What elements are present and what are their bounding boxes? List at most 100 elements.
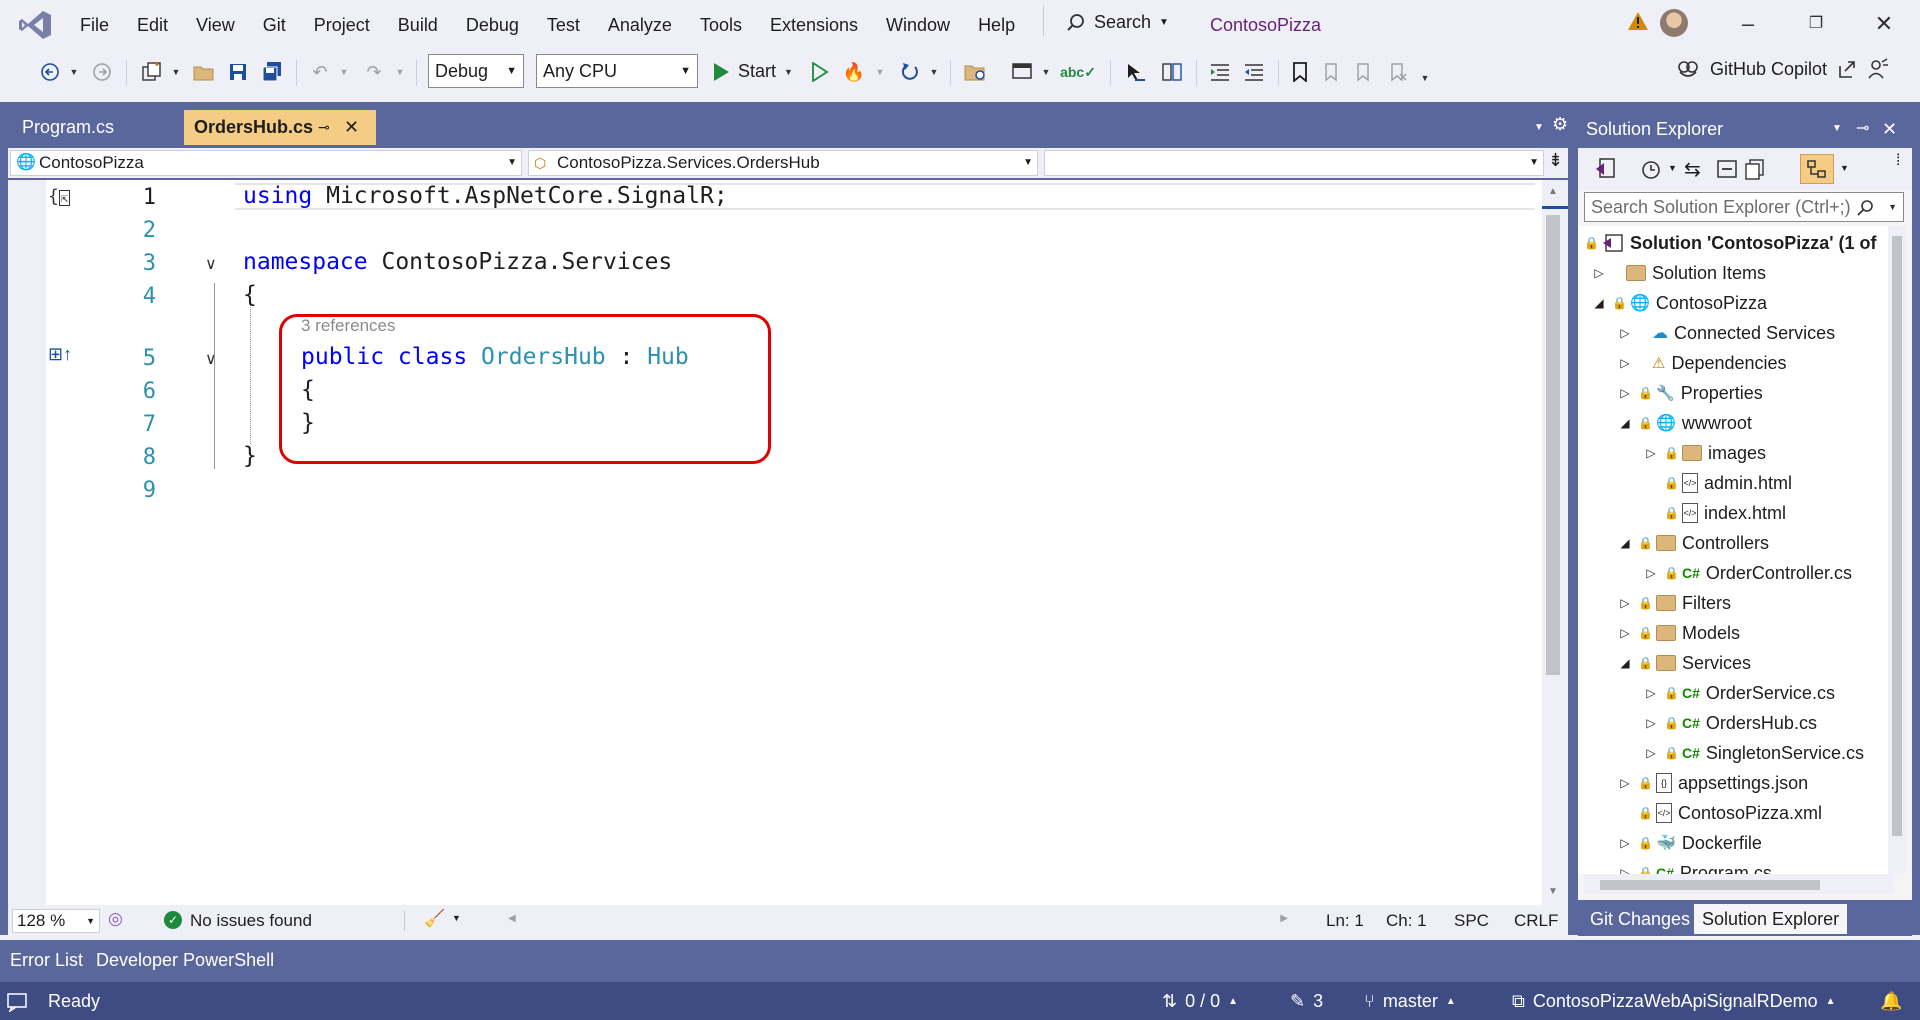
pending-edits-status[interactable]: ✎ 3	[1290, 991, 1323, 1012]
visual-studio-logo-icon[interactable]	[18, 9, 52, 41]
code-cleanup-icon[interactable]: 🧹	[424, 909, 445, 929]
toolbar-overflow-icon[interactable]: ▼	[1418, 64, 1432, 92]
spell-check-icon[interactable]: abc✓	[1060, 58, 1096, 86]
sync-status[interactable]: ⇅ 0 / 0 ▲	[1162, 991, 1238, 1012]
tree-item-orderservice-cs[interactable]: ▷ 🔒 C# OrderService.cs	[1644, 678, 1835, 708]
share-icon[interactable]	[1837, 59, 1857, 79]
sync-icon[interactable]: ⇆	[1684, 157, 1701, 182]
code-editor[interactable]	[8, 180, 1568, 905]
panel-dropdown-icon[interactable]: ▼	[1832, 110, 1842, 148]
tree-item-controllers[interactable]: ◢ 🔒 Controllers	[1618, 528, 1769, 558]
prev-bookmark-icon[interactable]	[1320, 58, 1344, 86]
layout-dropdown-icon[interactable]: ▼	[1040, 58, 1052, 86]
toggle-cursor-icon[interactable]	[1122, 58, 1150, 86]
close-panel-icon[interactable]: ✕	[1882, 110, 1897, 148]
tree-item-program-cs[interactable]: ▷ 🔒 C# Program.cs	[1618, 858, 1772, 875]
more-options-icon[interactable]: ⁞	[1896, 152, 1900, 170]
type-dropdown[interactable]: ⬡ ContosoPizza.Services.OrdersHub ▼	[528, 150, 1038, 176]
tree-item-images[interactable]: ▷ 🔒 images	[1644, 438, 1766, 468]
tree-item-dockerfile[interactable]: ▷ 🔒 🐳 Dockerfile	[1618, 828, 1762, 858]
pin-icon[interactable]: ⊸	[318, 110, 330, 145]
tree-item-dependencies[interactable]: ▷ ⚠ Dependencies	[1618, 348, 1786, 378]
issues-status[interactable]: No issues found	[190, 911, 312, 931]
copilot-status-icon[interactable]: ◎	[108, 909, 123, 929]
history-icon[interactable]	[1640, 158, 1662, 180]
menu-debug[interactable]: Debug	[452, 14, 533, 36]
tree-item-filters[interactable]: ▷ 🔒 Filters	[1618, 588, 1731, 618]
restart-dropdown-icon[interactable]: ▼	[928, 58, 940, 86]
save-icon[interactable]	[224, 58, 252, 86]
show-all-files-icon[interactable]	[1744, 158, 1766, 180]
tree-item-contosopizza-xml[interactable]: 🔒 </> ContosoPizza.xml	[1638, 798, 1822, 828]
tree-item-contosopizza-project[interactable]: ◢ 🔒 🌐 ContosoPizza	[1592, 288, 1767, 318]
notifications-bell-icon[interactable]: 🔔	[1880, 991, 1902, 1012]
collapse-icon[interactable]: ◢	[1618, 416, 1632, 430]
warning-icon[interactable]	[1627, 11, 1649, 31]
avatar[interactable]	[1660, 9, 1688, 37]
feedback-icon[interactable]	[1867, 58, 1889, 80]
redo-icon[interactable]: ↷	[360, 58, 388, 86]
tab-list-dropdown-icon[interactable]: ▼	[1534, 122, 1544, 133]
expand-icon[interactable]: ▷	[1618, 866, 1632, 874]
settings-icon[interactable]: ⚙	[1552, 114, 1568, 135]
indent-icon[interactable]	[1206, 58, 1234, 86]
tab-program-cs[interactable]: Program.cs	[12, 110, 182, 145]
whitespace-mode[interactable]: SPC	[1454, 911, 1489, 931]
tree-hscroll-thumb[interactable]	[1600, 880, 1820, 890]
save-all-icon[interactable]	[258, 58, 286, 86]
clear-bookmarks-icon[interactable]	[1386, 58, 1410, 86]
tracking-toggle-button[interactable]	[1800, 154, 1834, 184]
line-position[interactable]: Ln: 1	[1326, 911, 1364, 931]
scroll-left-icon[interactable]: ◀	[508, 913, 516, 929]
scroll-down-icon[interactable]: ▼	[1548, 886, 1558, 897]
tree-scroll-thumb[interactable]	[1892, 236, 1902, 836]
back-icon[interactable]	[36, 58, 64, 86]
expand-icon[interactable]: ▷	[1618, 626, 1632, 640]
split-window-icon[interactable]: ⇟	[1548, 150, 1563, 171]
collapse-icon[interactable]: ◢	[1618, 536, 1632, 550]
hot-reload-icon[interactable]: 🔥	[840, 58, 868, 86]
zoom-select[interactable]: 128 % ▼	[12, 909, 100, 933]
expand-icon[interactable]: ▷	[1618, 356, 1632, 370]
expand-icon[interactable]: ▷	[1618, 596, 1632, 610]
scroll-up-icon[interactable]: ▲	[1548, 186, 1558, 197]
menu-window[interactable]: Window	[872, 14, 964, 36]
expand-icon[interactable]: ▷	[1644, 566, 1658, 580]
tree-item-index-html[interactable]: 🔒 </> index.html	[1664, 498, 1786, 528]
tree-item-solution[interactable]: 🔒 Solution 'ContosoPizza' (1 of	[1584, 228, 1877, 258]
chevron-down-icon[interactable]: ▼	[452, 913, 461, 923]
expand-icon[interactable]: ▷	[1618, 386, 1632, 400]
repository-status[interactable]: ⧉ ContosoPizzaWebApiSignalRDemo ▲	[1512, 991, 1836, 1012]
undo-icon[interactable]: ↶	[306, 58, 334, 86]
start-debugging-button[interactable]: Start ▼	[712, 61, 793, 82]
tree-item-connected-services[interactable]: ▷ ☁ Connected Services	[1618, 318, 1835, 348]
menu-view[interactable]: View	[182, 14, 249, 36]
tab-ordershub-cs[interactable]: OrdersHub.cs ⊸ ✕	[184, 110, 376, 145]
open-folder-icon[interactable]	[190, 58, 218, 86]
tree-item-models[interactable]: ▷ 🔒 Models	[1618, 618, 1740, 648]
new-dropdown-icon[interactable]: ▼	[170, 58, 182, 86]
restore-button[interactable]: ❐	[1796, 8, 1836, 40]
expand-icon[interactable]: ▷	[1618, 836, 1632, 850]
expand-icon[interactable]: ▷	[1644, 716, 1658, 730]
close-tab-icon[interactable]: ✕	[344, 110, 359, 145]
menu-analyze[interactable]: Analyze	[594, 14, 686, 36]
branch-status[interactable]: ⑂ master ▲	[1364, 991, 1456, 1012]
editor-scroll-thumb[interactable]	[1546, 215, 1560, 675]
compare-icon[interactable]	[1158, 58, 1186, 86]
expand-icon[interactable]: ▷	[1644, 686, 1658, 700]
expand-icon[interactable]: ▷	[1618, 326, 1632, 340]
implemented-by-icon[interactable]: ⊞↑	[48, 344, 72, 365]
tab-solution-explorer[interactable]: Solution Explorer	[1694, 904, 1848, 934]
hot-reload-dropdown-icon[interactable]: ▼	[874, 58, 886, 86]
collapse-icon[interactable]: ◢	[1592, 296, 1606, 310]
tree-item-properties[interactable]: ▷ 🔒 🔧 Properties	[1618, 378, 1762, 408]
column-position[interactable]: Ch: 1	[1386, 911, 1427, 931]
browse-folder-icon[interactable]	[962, 58, 990, 86]
expand-icon[interactable]: ▷	[1618, 776, 1632, 790]
ready-status[interactable]: Ready	[6, 991, 100, 1012]
new-project-icon[interactable]	[138, 58, 166, 86]
pin-icon[interactable]: ⊸	[1856, 110, 1869, 148]
expand-icon[interactable]: ▷	[1592, 266, 1606, 280]
solution-configuration-select[interactable]: Debug ▼	[428, 54, 524, 88]
